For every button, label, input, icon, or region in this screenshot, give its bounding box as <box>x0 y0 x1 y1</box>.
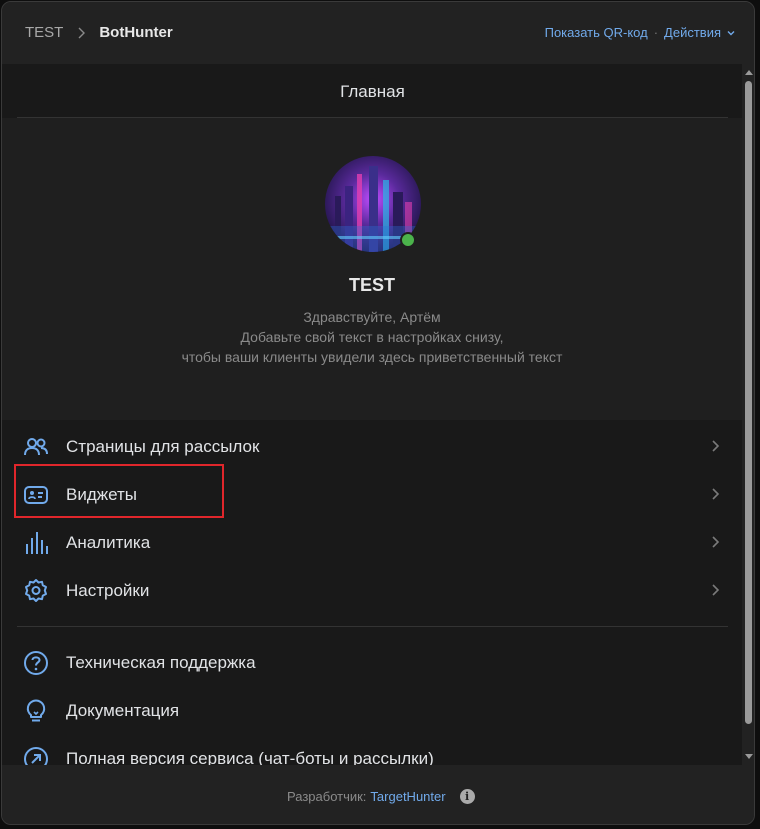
scroll-down-arrow[interactable] <box>745 754 753 759</box>
menu-item-support[interactable]: Техническая поддержка <box>2 638 742 686</box>
highlight-box <box>14 464 224 518</box>
menu-item-analytics[interactable]: Аналитика <box>2 518 742 566</box>
menu-item-full-version[interactable]: Полная версия сервиса (чат-боты и рассыл… <box>2 734 742 765</box>
breadcrumb-root[interactable]: TEST <box>25 24 63 41</box>
profile-name: TEST <box>348 275 395 295</box>
header-actions: Показать QR-код · Действия <box>545 25 736 40</box>
analytics-bars-icon <box>26 532 48 554</box>
lightbulb-icon <box>26 699 46 722</box>
menu-item-label: Полная версия сервиса (чат-боты и рассыл… <box>66 749 434 765</box>
menu-item-label: Страницы для рассылок <box>66 437 260 456</box>
scrollbar-thumb[interactable] <box>745 81 752 724</box>
info-icon[interactable]: i <box>459 789 475 804</box>
developer-link[interactable]: TargetHunter <box>370 789 445 804</box>
menu-item-documentation[interactable]: Документация <box>2 686 742 734</box>
footer: Разработчик: TargetHunter i <box>2 765 754 824</box>
greeting-line: Здравствуйте, Артём <box>303 309 441 325</box>
greeting-line: Добавьте свой текст в настройках снизу, <box>240 329 504 345</box>
external-arrow-icon <box>24 747 48 765</box>
menu-item-label: Техническая поддержка <box>66 653 256 672</box>
menu-item-label: Аналитика <box>66 533 151 552</box>
chevron-right-icon <box>78 27 86 38</box>
chevron-right-icon <box>712 584 720 596</box>
menu-item-settings[interactable]: Настройки <box>2 566 742 614</box>
breadcrumb: TEST BotHunter <box>25 24 173 41</box>
actions-separator: · <box>653 25 659 40</box>
chevron-down-icon[interactable] <box>726 28 736 38</box>
chevron-right-icon <box>712 536 720 548</box>
show-qr-button[interactable]: Показать QR-код <box>545 25 648 40</box>
scroll-up-arrow[interactable] <box>745 70 753 75</box>
menu-item-label: Настройки <box>66 581 150 600</box>
chevron-right-icon <box>712 440 720 452</box>
menu-item-label: Документация <box>66 701 180 720</box>
top-bar: TEST BotHunter Показать QR-код · Действи… <box>2 2 754 65</box>
page-header: Главная <box>17 64 728 118</box>
actions-dropdown[interactable]: Действия <box>664 25 721 40</box>
gear-icon <box>25 579 47 602</box>
users-icon <box>24 438 48 456</box>
online-indicator <box>400 232 416 248</box>
app-window: TEST BotHunter Показать QR-код · Действи… <box>1 1 755 825</box>
main-content: Главная TEST Здравствуйте, Артём Добавьт… <box>2 64 742 765</box>
chevron-right-icon <box>712 488 720 500</box>
scrollbar[interactable] <box>742 64 754 765</box>
profile-card: TEST Здравствуйте, Артём Добавьте свой т… <box>2 118 742 420</box>
help-circle-icon <box>24 651 48 675</box>
breadcrumb-current: BotHunter <box>99 24 173 41</box>
page-title: Главная <box>340 82 405 101</box>
menu-divider <box>17 626 728 627</box>
greeting-line: чтобы ваши клиенты увидели здесь приветс… <box>181 349 563 365</box>
menu-item-mailing-pages[interactable]: Страницы для рассылок <box>2 422 742 470</box>
footer-developer-label: Разработчик: <box>287 789 367 804</box>
